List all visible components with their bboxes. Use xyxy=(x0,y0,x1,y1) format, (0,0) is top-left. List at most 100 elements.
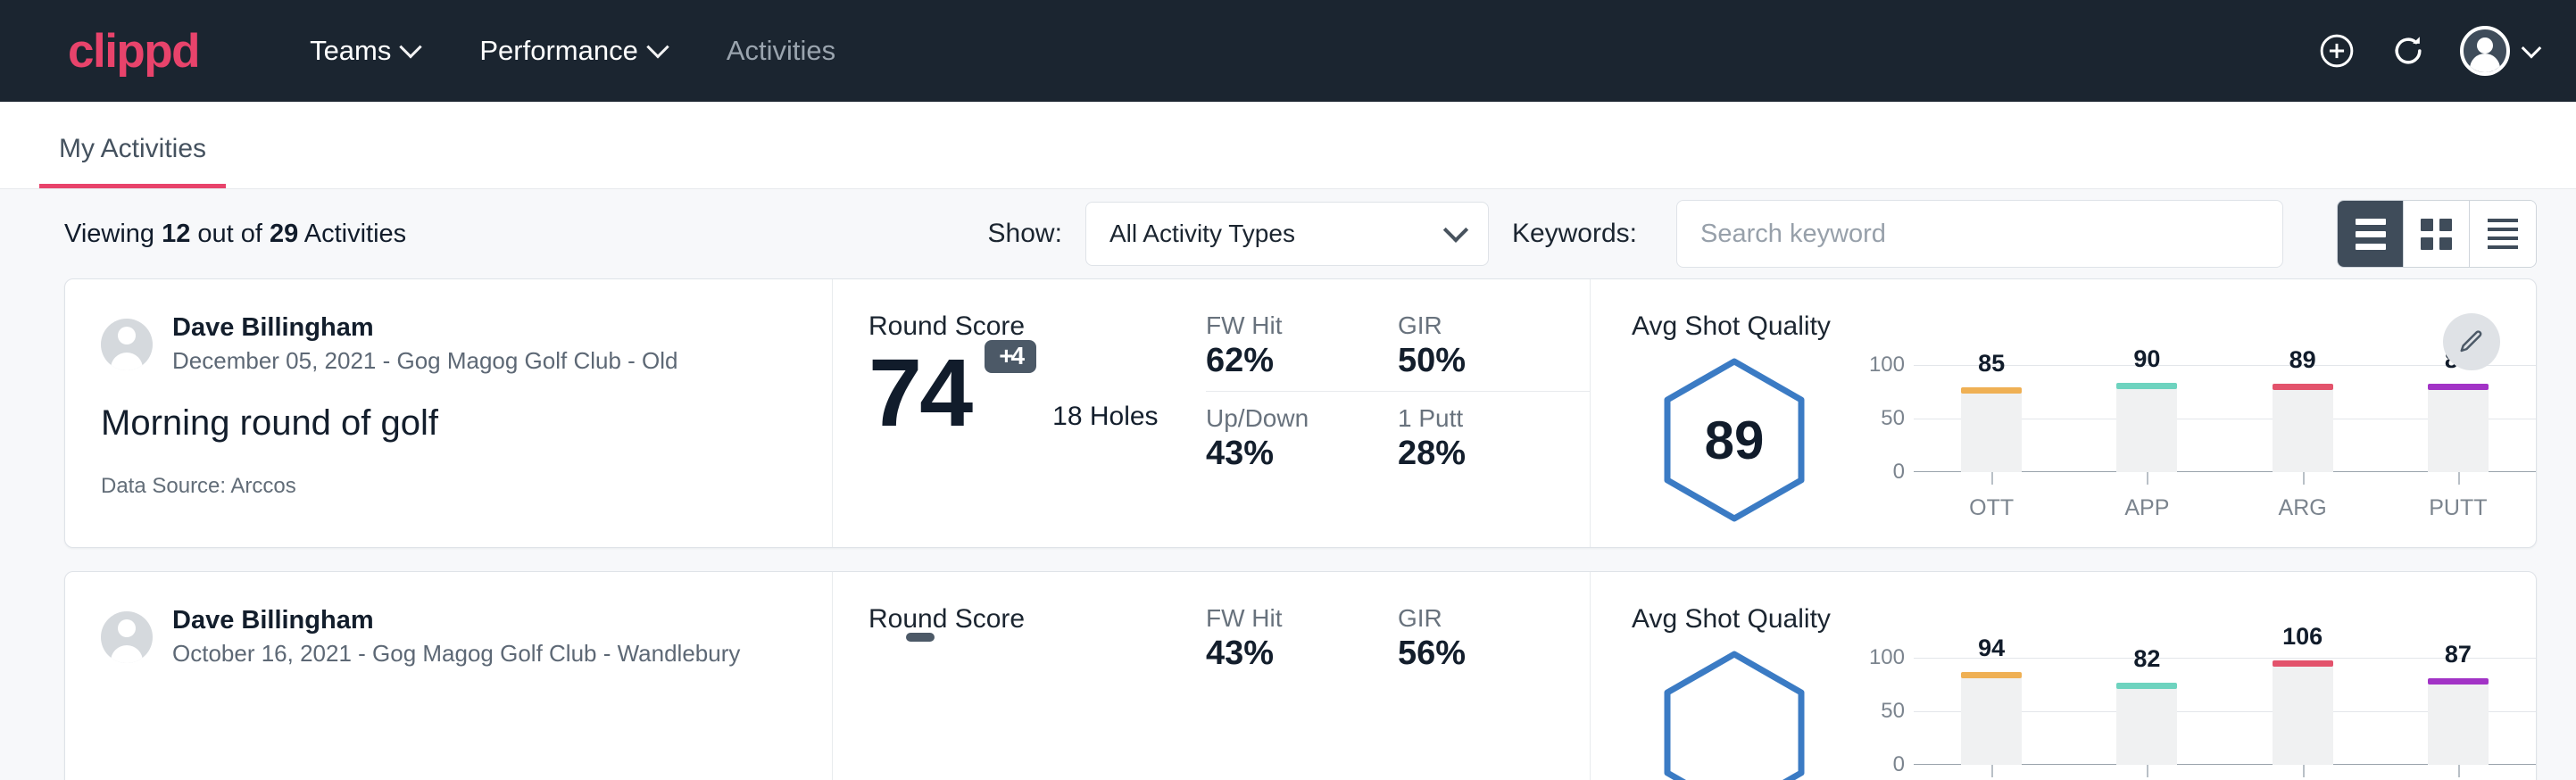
bar-app-value: 82 xyxy=(2133,645,2160,673)
chevron-down-icon xyxy=(1443,218,1468,243)
y-tick-100: 100 xyxy=(1869,645,1905,670)
nav-item-teams-label: Teams xyxy=(310,35,391,67)
chevron-down-icon xyxy=(2522,38,2542,59)
compact-view-icon xyxy=(2488,219,2518,249)
x-tick-ott: OTT xyxy=(1914,765,2069,780)
avg-shot-quality-label: Avg Shot Quality xyxy=(1632,311,2536,342)
bar-cell-putt: 89 xyxy=(2381,365,2536,472)
stats-col-right: GIR 50% 1 Putt 28% xyxy=(1398,311,1590,547)
bar-putt: 89 xyxy=(2428,389,2489,472)
shot-quality-chart: 100 50 0 85 xyxy=(1837,351,2536,521)
bar-ott: 85 xyxy=(1961,393,2022,472)
nav-item-teams[interactable]: Teams xyxy=(279,24,449,78)
activity-list: Dave Billingham December 05, 2021 - Gog … xyxy=(0,278,2576,780)
page-tabbar: My Activities xyxy=(0,102,2576,189)
grid-view-icon xyxy=(2421,219,2452,250)
viewing-total: 29 xyxy=(270,220,298,248)
edit-activity-button[interactable] xyxy=(2443,313,2500,370)
shot-quality-chart: 100 50 0 94 xyxy=(1837,643,2536,780)
bar-putt-cap xyxy=(2428,384,2489,390)
stat-fw-hit-label: FW Hit xyxy=(1206,604,1366,633)
stat-gir: GIR 56% xyxy=(1398,604,1590,673)
avatar xyxy=(101,319,153,370)
bar-arg-cap xyxy=(2273,660,2333,667)
bar-app: 90 xyxy=(2116,388,2177,472)
data-source-prefix: Data Source: xyxy=(101,474,230,498)
stat-gir-label: GIR xyxy=(1398,311,1558,340)
bar-cell-putt: 87 xyxy=(2381,658,2536,765)
stats-col-left: FW Hit 43% xyxy=(1206,604,1398,780)
y-tick-0: 0 xyxy=(1893,460,1905,485)
round-score-label: Round Score xyxy=(868,311,1206,342)
stat-up-down-label: Up/Down xyxy=(1206,404,1366,433)
viewing-count: 12 xyxy=(162,220,190,248)
compact-view-button[interactable] xyxy=(2470,201,2536,267)
bar-ott-value: 85 xyxy=(1978,350,2005,378)
stat-one-putt: 1 Putt 28% xyxy=(1398,391,1590,473)
bar-arg-value: 89 xyxy=(2289,346,2316,374)
stats-block: FW Hit 62% Up/Down 43% GIR 50% 1 Putt 28… xyxy=(1206,279,1590,547)
holes-label: 18 Holes xyxy=(1052,402,1158,439)
stat-fw-hit-value: 62% xyxy=(1206,342,1366,380)
x-tick-arg: ARG xyxy=(2225,472,2381,521)
navbar-actions xyxy=(2317,26,2539,76)
x-tick-putt: PUTT xyxy=(2381,765,2536,780)
stat-up-down: Up/Down 43% xyxy=(1206,391,1398,473)
nav-item-performance[interactable]: Performance xyxy=(449,24,695,78)
activity-card[interactable]: Dave Billingham December 05, 2021 - Gog … xyxy=(64,278,2537,548)
y-tick-0: 0 xyxy=(1893,752,1905,777)
account-menu-button[interactable] xyxy=(2460,26,2539,76)
activity-type-select[interactable]: All Activity Types xyxy=(1085,202,1489,266)
chart-x-axis: OTT APP ARG PUTT xyxy=(1914,765,2536,780)
list-view-button[interactable] xyxy=(2338,201,2404,267)
stat-fw-hit-label: FW Hit xyxy=(1206,311,1366,340)
player-row: Dave Billingham December 05, 2021 - Gog … xyxy=(101,311,796,377)
viewing-prefix: Viewing xyxy=(64,220,162,248)
x-tick-ott: OTT xyxy=(1914,472,2069,521)
clippd-logo[interactable]: clippd xyxy=(68,28,199,75)
activity-card[interactable]: Dave Billingham October 16, 2021 - Gog M… xyxy=(64,571,2537,780)
data-source-value: Arccos xyxy=(230,474,295,498)
activity-type-value: All Activity Types xyxy=(1109,220,1295,248)
player-row: Dave Billingham October 16, 2021 - Gog M… xyxy=(101,604,796,669)
stats-block: FW Hit 43% GIR 56% xyxy=(1206,572,1590,780)
player-name: Dave Billingham xyxy=(172,604,740,636)
bar-cell-app: 90 xyxy=(2069,365,2224,472)
nav-item-activities[interactable]: Activities xyxy=(696,24,866,78)
bar-cell-app: 82 xyxy=(2069,658,2224,765)
chart-y-axis: 100 50 0 xyxy=(1858,658,1914,765)
activity-summary: Dave Billingham December 05, 2021 - Gog … xyxy=(65,279,833,547)
y-tick-50: 50 xyxy=(1881,699,1905,724)
round-score-block: Round Score xyxy=(833,572,1206,780)
primary-nav: Teams Performance Activities xyxy=(279,24,866,78)
stat-one-putt-value: 28% xyxy=(1398,435,1558,473)
hexagon-score: 89 xyxy=(1632,351,1837,524)
activity-meta: October 16, 2021 - Gog Magog Golf Club -… xyxy=(172,638,740,669)
x-tick-putt: PUTT xyxy=(2381,472,2536,521)
avg-shot-quality-body: 89 100 50 0 xyxy=(1632,351,2536,524)
y-tick-100: 100 xyxy=(1869,353,1905,378)
x-tick-app: APP xyxy=(2069,765,2224,780)
chart-plot-area: 100 50 0 94 xyxy=(1858,658,2536,765)
stat-gir-label: GIR xyxy=(1398,604,1558,633)
plus-circle-icon[interactable] xyxy=(2317,31,2356,71)
chart-bars-area: 94 82 xyxy=(1914,658,2536,765)
show-label: Show: xyxy=(988,219,1062,249)
grid-view-button[interactable] xyxy=(2404,201,2470,267)
tab-my-activities-label: My Activities xyxy=(59,134,206,163)
bar-putt-value: 87 xyxy=(2445,641,2472,668)
viewing-suffix: Activities xyxy=(298,220,406,248)
round-score-value: 74 xyxy=(868,338,970,446)
refresh-icon[interactable] xyxy=(2389,31,2428,71)
x-label-ott: OTT xyxy=(1969,495,2014,520)
stat-one-putt-label: 1 Putt xyxy=(1398,404,1558,433)
search-input[interactable] xyxy=(1676,200,2283,268)
view-mode-toggle xyxy=(2337,200,2537,268)
nav-item-performance-label: Performance xyxy=(479,35,637,67)
pencil-icon xyxy=(2458,328,2485,355)
hexagon-score xyxy=(1632,643,1837,780)
chart-plot-area: 100 50 0 85 xyxy=(1858,365,2536,472)
activity-meta: December 05, 2021 - Gog Magog Golf Club … xyxy=(172,345,678,377)
tab-my-activities[interactable]: My Activities xyxy=(39,134,226,188)
activity-title: Morning round of golf xyxy=(101,403,796,444)
